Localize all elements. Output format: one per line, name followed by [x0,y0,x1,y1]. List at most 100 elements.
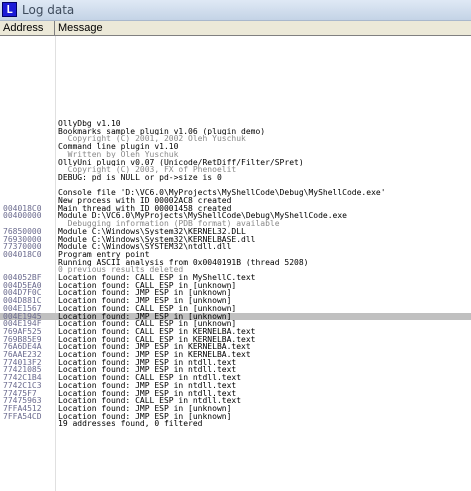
log-row[interactable]: Debugging information (PDB format) avail… [0,220,471,228]
log-row[interactable]: 004D7F0C Location found: JMP ESP in [unkn… [0,289,471,297]
log-row-address: 769B85E9 [3,335,42,344]
log-row-message: Copyright (C) 2003, FX of Phenoelit [58,166,237,174]
log-row-address: 004018C0 [3,204,42,213]
log-row-address: 004052BF [3,274,42,282]
log-row-address: 77421085 [3,366,42,375]
log-row[interactable]: 004052BF Location found: CALL ESP in MySh… [0,274,471,282]
log-row[interactable]: 004D881C Location found: JMP ESP in [unkn… [0,297,471,305]
log-row[interactable]: Bookmarks sample plugin v1.06 (plugin de… [0,128,471,136]
log-row-message: Location found: JMP ESP in KERNELBA.text [58,343,251,351]
log-row[interactable]: Copyright (C) 2003, FX of Phenoelit [0,166,471,174]
log-row-message: 19 addresses found, 0 filtered [58,420,203,428]
log-row-message: Running ASCII analysis from 0x0040191B (… [58,258,309,267]
log-row[interactable]: 76A6DE4A Location found: JMP ESP in KERNE… [0,343,471,351]
log-row[interactable]: DEBUG: pd is NULL or pd->size is 0 [0,174,471,182]
log-row-address: 7FFA4512 [3,404,42,413]
log-row[interactable]: 004018C0 Main thread with ID 00001458 cre… [0,205,471,213]
log-row[interactable]: Running ASCII analysis from 0x0040191B (… [0,259,471,267]
log-row[interactable]: 77475963 Location found: CALL ESP in ntdl… [0,397,471,405]
log-row[interactable]: 004D5EA0 Location found: CALL ESP in [unk… [0,282,471,290]
log-row[interactable]: 0 previous results deleted [0,266,471,274]
window-title: Log data [22,3,75,17]
log-row[interactable]: 76AAE232 Location found: JMP ESP in KERNE… [0,351,471,359]
log-row-message: 0 previous results deleted [58,266,184,274]
log-row-address: 004D881C [3,297,42,305]
log-row[interactable]: 004018C0 Program entry point [0,251,471,259]
log-row-address: 76A6DE4A [3,343,42,351]
log-row[interactable]: Console file 'D:\VC6.0\MyProjects\MyShel… [0,189,471,197]
log-row[interactable]: 769B85E9 Location found: CALL ESP in KERN… [0,336,471,344]
log-row[interactable]: New process with ID 00002AC8 created [0,197,471,205]
log-row[interactable]: Written by Oleh Yuschuk [0,151,471,159]
log-row-message: Location found: JMP ESP in KERNELBA.text [58,351,251,359]
log-row-message: Location found: CALL ESP in MyShellC.tex… [58,274,256,282]
log-row-message: New process with ID 00002AC8 created [58,197,232,205]
log-row[interactable]: 77475F7 Location found: JMP ESP in ntdll.… [0,390,471,398]
log-row-address: 7742C1B4 [3,374,42,382]
log-row-address: 004E1567 [3,304,42,313]
log-row[interactable]: 76850000 Module C:\Windows\System32\KERNE… [0,228,471,236]
log-row-message: Location found: JMP ESP in ntdll.text [58,381,237,390]
log-row-address: 7742C1C3 [3,381,42,390]
log-row-message: Program entry point [58,250,150,259]
log-row-address: 77370000 [3,243,42,251]
log-row[interactable]: 004E1567 Location found: CALL ESP in [unk… [0,305,471,313]
log-row[interactable]: 19 addresses found, 0 filtered [0,420,471,428]
log-row-message: Location found: JMP ESP in [unknown] [58,312,232,321]
log-row[interactable]: 769AF525 Location found: CALL ESP in KERN… [0,328,471,336]
log-row[interactable]: 00400000 Module D:\VC6.0\MyProjects\MyShe… [0,212,471,220]
log-row-message: OllyUni plugin v0.07 (Unicode/RetDiff/Fi… [58,158,304,167]
log-row-message: Location found: CALL ESP in [unknown] [58,304,237,313]
log-row[interactable]: 004E1945 Location found: JMP ESP in [unkn… [0,312,471,321]
log-window-icon: L [2,2,17,17]
log-row-message: Location found: JMP ESP in ntdll.text [58,358,237,367]
log-row-message: Location found: JMP ESP in [unknown] [58,289,232,298]
log-row[interactable]: 76930000 Module C:\Windows\System32\KERNE… [0,236,471,244]
log-row-message: Location found: JMP ESP in [unknown] [58,412,232,421]
log-row-address: 7FFA54CD [3,412,42,421]
log-row[interactable]: OllyUni plugin v0.07 (Unicode/RetDiff/Fi… [0,159,471,167]
log-row-message: Copyright (C) 2001, 2002 Oleh Yuschuk [58,135,246,144]
log-row[interactable]: Command line plugin v1.10 [0,143,471,151]
log-row[interactable] [0,182,471,190]
log-row-address: 004E1945 [3,312,42,321]
log-row-message: Module D:\VC6.0\MyProjects\MyShellCode\D… [58,212,347,221]
log-row-address: 76AAE232 [3,351,42,359]
log-row-message: Location found: CALL ESP in ntdll.text [58,374,242,382]
log-row[interactable]: 774013F2 Location found: JMP ESP in ntdll… [0,359,471,367]
log-row-message: Command line plugin v1.10 [58,143,179,151]
log-row-address: 77475F7 [3,389,37,398]
log-row-message: Module C:\Windows\System32\KERNELBASE.dl… [58,235,256,244]
log-row-message: Location found: JMP ESP in ntdll.text [58,389,237,398]
log-row[interactable]: Copyright (C) 2001, 2002 Oleh Yuschuk [0,135,471,143]
log-list[interactable]: OllyDbg v1.10 Bookmarks sample plugin v1.… [0,36,471,491]
message-column-header[interactable]: Message [55,21,471,35]
log-row[interactable]: 7FFA54CD Location found: JMP ESP in [unkn… [0,413,471,421]
log-row[interactable]: 7742C1C3 Location found: JMP ESP in ntdll… [0,382,471,390]
log-row-message: Location found: CALL ESP in [unknown] [58,281,237,290]
column-header-row: Address Message [0,21,471,36]
log-row-message: Location found: JMP ESP in ntdll.text [58,366,237,375]
log-row-message: Written by Oleh Yuschuk [58,150,179,159]
log-row-address: 77475963 [3,397,42,405]
log-row-message: Module C:\Windows\System32\KERNEL32.DLL [58,227,246,236]
log-row[interactable]: 7742C1B4 Location found: CALL ESP in ntdl… [0,374,471,382]
log-row-message: Location found: JMP ESP in [unknown] [58,404,232,413]
log-row-address: 00400000 [3,212,42,221]
log-row-message: Module C:\Windows\SYSTEM32\ntdll.dll [58,243,232,251]
log-row-message: Location found: CALL ESP in [unknown] [58,320,237,328]
log-row-message: Console file 'D:\VC6.0\MyProjects\MyShel… [58,189,386,197]
address-column-header[interactable]: Address [0,21,55,35]
log-row[interactable]: 7FFA4512 Location found: JMP ESP in [unkn… [0,405,471,413]
log-row-address: 76930000 [3,235,42,244]
log-row-message: DEBUG: pd is NULL or pd->size is 0 [58,173,222,182]
log-row[interactable]: 77370000 Module C:\Windows\SYSTEM32\ntdll… [0,243,471,251]
log-row[interactable]: OllyDbg v1.10 [0,120,471,128]
log-row-address: 76850000 [3,227,42,236]
log-row-message: Debugging information (PDB format) avail… [58,220,280,228]
log-row[interactable]: 77421085 Location found: JMP ESP in ntdll… [0,366,471,374]
log-row-message: Location found: JMP ESP in [unknown] [58,297,232,305]
log-row-message: Bookmarks sample plugin v1.06 (plugin de… [58,127,266,136]
log-row[interactable]: 004E194F Location found: CALL ESP in [unk… [0,320,471,328]
log-row-message: Location found: CALL ESP in ntdll.text [58,397,242,405]
